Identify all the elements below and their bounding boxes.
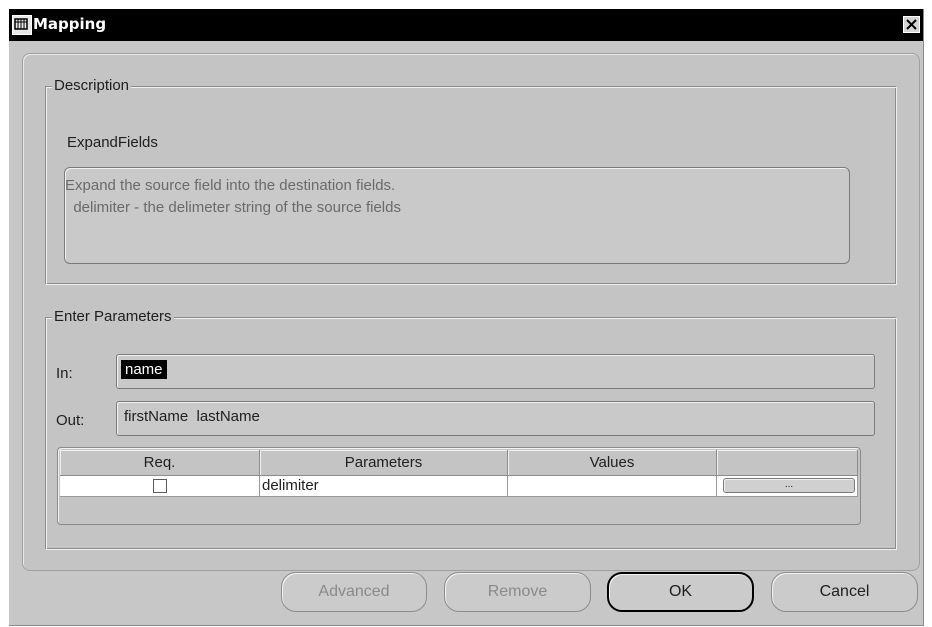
req-cell bbox=[60, 476, 260, 497]
close-icon bbox=[906, 19, 917, 30]
description-line: Expand the source field into the destina… bbox=[65, 177, 396, 194]
dialog-content: Description ExpandFields Expand the sour… bbox=[22, 53, 920, 571]
in-field-value: name bbox=[121, 360, 167, 379]
in-field[interactable]: name bbox=[116, 354, 875, 389]
column-header-parameters[interactable]: Parameters bbox=[260, 450, 508, 476]
out-field[interactable]: firstName lastName bbox=[116, 401, 875, 436]
app-icon bbox=[12, 15, 32, 35]
in-label: In: bbox=[56, 365, 73, 382]
column-header-req[interactable]: Req. bbox=[60, 450, 260, 476]
value-cell[interactable] bbox=[508, 476, 717, 497]
cancel-button[interactable]: Cancel bbox=[771, 572, 918, 612]
mapping-dialog: Mapping Description ExpandFields Expand … bbox=[9, 9, 924, 626]
description-legend: Description bbox=[52, 77, 132, 95]
close-button[interactable] bbox=[903, 16, 920, 33]
description-name: ExpandFields bbox=[67, 134, 158, 151]
parameters-table: Req. Parameters Values delimiter ... bbox=[57, 447, 861, 525]
parameters-legend: Enter Parameters bbox=[52, 308, 174, 326]
out-field-value: firstName lastName bbox=[124, 408, 260, 425]
action-cell: ... bbox=[717, 476, 858, 497]
ok-button[interactable]: OK bbox=[607, 572, 754, 612]
column-header-values[interactable]: Values bbox=[508, 450, 717, 476]
edit-value-button[interactable]: ... bbox=[723, 478, 855, 493]
out-label: Out: bbox=[56, 412, 85, 429]
table-row: delimiter ... bbox=[60, 476, 858, 497]
column-header-action[interactable] bbox=[717, 450, 858, 476]
description-line: delimiter - the delimeter string of the … bbox=[65, 199, 401, 216]
required-checkbox[interactable] bbox=[152, 479, 167, 493]
remove-button[interactable]: Remove bbox=[444, 572, 591, 612]
description-text-box: Expand the source field into the destina… bbox=[64, 167, 850, 264]
title-bar: Mapping bbox=[9, 9, 923, 41]
advanced-button[interactable]: Advanced bbox=[281, 572, 427, 612]
table-header: Req. Parameters Values bbox=[60, 450, 858, 476]
parameter-cell: delimiter bbox=[260, 476, 508, 497]
window-title: Mapping bbox=[33, 15, 107, 33]
